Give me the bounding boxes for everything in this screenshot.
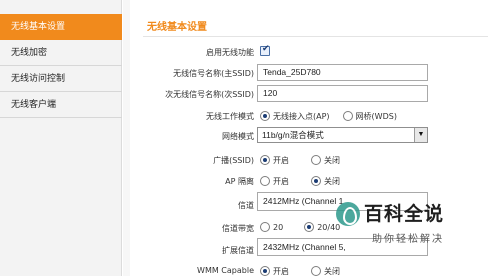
network-mode-value: 11b/g/n混合模式 (262, 130, 324, 140)
divider (123, 0, 130, 276)
sidebar-item-wireless-basic[interactable]: 无线基本设置 (0, 14, 122, 40)
divider (143, 36, 488, 37)
broadcast-radio-group: 开启 关闭 (260, 154, 353, 166)
ssid-primary-label: 无线信号名称(主SSID) (173, 69, 254, 78)
ssid-primary-input[interactable]: Tenda_25D780 (257, 64, 428, 81)
broadcast-on-label: 开启 (273, 155, 289, 165)
ext-channel-select[interactable]: 2432MHz (Channel 5, (257, 238, 428, 256)
broadcast-off-radio[interactable] (311, 155, 321, 165)
network-mode-select[interactable]: 11b/g/n混合模式 ▼ (257, 127, 428, 143)
wmm-on-label: 开启 (273, 266, 289, 276)
sidebar-item-wireless-access-control[interactable]: 无线访问控制 (0, 66, 122, 92)
work-mode-ap-radio[interactable] (260, 111, 270, 121)
page-title: 无线基本设置 (147, 22, 207, 33)
sidebar-item-label: 无线基本设置 (11, 22, 66, 32)
ap-isolation-on-label: 开启 (273, 176, 289, 186)
ext-channel-label: 扩展信道 (222, 246, 254, 255)
sidebar-item-label: 无线加密 (11, 48, 48, 58)
broadcast-on-radio[interactable] (260, 155, 270, 165)
ap-isolation-radio-group: 开启 关闭 (260, 175, 353, 187)
sidebar-item-wireless-clients[interactable]: 无线客户端 (0, 92, 122, 118)
broadcast-label: 广播(SSID) (213, 156, 254, 165)
settings-panel: 无线基本设置 启用无线功能 ✔ 无线信号名称(主SSID) Tenda_25D7… (130, 0, 500, 276)
work-mode-label: 无线工作模式 (206, 112, 254, 121)
bandwidth-20-40-label: 20/40 (317, 222, 341, 232)
bandwidth-radio-group: 20 20/40 (260, 221, 353, 233)
ssid-secondary-input[interactable]: 120 (257, 85, 428, 102)
wmm-on-radio[interactable] (260, 266, 270, 276)
sidebar: 无线基本设置 无线加密 无线访问控制 无线客户端 (0, 0, 122, 276)
wmm-label: WMM Capable (197, 266, 254, 275)
bandwidth-label: 信道带宽 (222, 224, 254, 233)
channel-select[interactable]: 2412MHz (Channel 1 (257, 192, 428, 211)
channel-label: 信道 (238, 201, 254, 210)
ap-isolation-label: AP 隔离 (225, 177, 254, 186)
work-mode-wds-label: 网桥(WDS) (355, 111, 397, 121)
ap-isolation-on-radio[interactable] (260, 176, 270, 186)
bandwidth-20-40-radio[interactable] (304, 222, 315, 232)
work-mode-radio-group: 无线接入点(AP) 网桥(WDS) (260, 110, 410, 122)
chevron-down-icon[interactable]: ▼ (414, 128, 427, 142)
work-mode-wds-radio[interactable] (342, 111, 353, 121)
checkmark-icon: ✔ (262, 44, 270, 54)
ap-isolation-off-label: 关闭 (324, 176, 340, 186)
enable-wireless-label: 启用无线功能 (206, 48, 254, 57)
enable-wireless-checkbox[interactable]: ✔ (260, 44, 270, 56)
network-mode-label: 网络模式 (222, 132, 254, 141)
bandwidth-20-radio[interactable] (260, 222, 270, 232)
broadcast-off-label: 关闭 (324, 155, 340, 165)
wmm-radio-group: 开启 关闭 (260, 265, 353, 276)
work-mode-ap-label: 无线接入点(AP) (273, 111, 330, 121)
wmm-off-radio[interactable] (311, 266, 321, 276)
sidebar-item-label: 无线访问控制 (11, 74, 66, 84)
sidebar-item-label: 无线客户端 (11, 100, 57, 110)
ap-isolation-off-radio[interactable] (311, 176, 321, 186)
sidebar-item-wireless-encryption[interactable]: 无线加密 (0, 40, 122, 66)
ssid-secondary-label: 次无线信号名称(次SSID) (165, 90, 254, 99)
wmm-off-label: 关闭 (324, 266, 340, 276)
bandwidth-20-label: 20 (273, 222, 284, 232)
